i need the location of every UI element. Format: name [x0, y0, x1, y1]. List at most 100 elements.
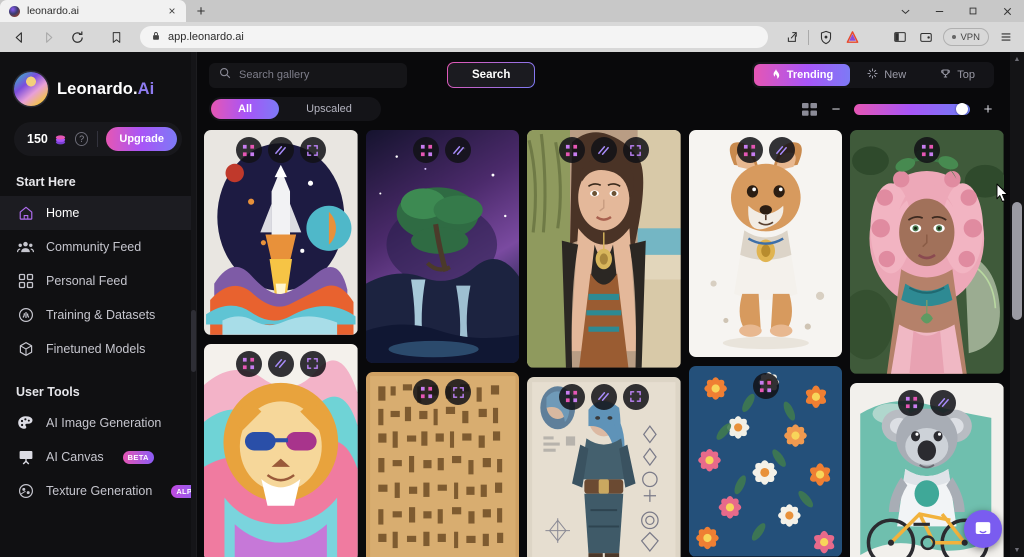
gallery-card[interactable]: [204, 343, 358, 557]
upgrade-button[interactable]: Upgrade: [106, 127, 177, 151]
remix-icon[interactable]: [558, 137, 585, 163]
sidebar-item-home[interactable]: Home: [0, 196, 196, 230]
sidebar-scrollbar-thumb[interactable]: [191, 310, 196, 372]
hamburger-menu-icon[interactable]: [994, 25, 1018, 49]
vpn-label: VPN: [960, 31, 980, 43]
remix-icon[interactable]: [558, 383, 585, 410]
brand[interactable]: Leonardo.Ai: [0, 52, 196, 106]
sidebar-item-personal-feed[interactable]: Personal Feed: [0, 264, 196, 298]
upscale-icon[interactable]: [768, 137, 795, 163]
tab-new[interactable]: New: [850, 64, 923, 86]
cube-icon: [17, 341, 34, 358]
remix-icon[interactable]: [736, 137, 763, 163]
window-close-icon[interactable]: [990, 0, 1024, 22]
card-actions: [850, 389, 1004, 416]
grid-layout-icon[interactable]: [800, 100, 818, 118]
remix-icon[interactable]: [413, 379, 440, 406]
tab-top[interactable]: Top: [923, 64, 992, 86]
sidebar-item-texture-generation[interactable]: Texture Generation ALPHA: [0, 474, 196, 508]
sidebar-item-ai-image-generation[interactable]: AI Image Generation: [0, 406, 196, 440]
upscale-icon[interactable]: [930, 389, 957, 416]
zoom-slider-knob[interactable]: [956, 103, 968, 115]
sidebar-item-label: Texture Generation: [46, 484, 153, 498]
expand-icon[interactable]: [622, 137, 649, 163]
new-tab-button[interactable]: +: [192, 4, 210, 19]
maximize-icon[interactable]: [956, 0, 990, 22]
gallery-card[interactable]: [204, 130, 358, 335]
gallery-card[interactable]: [527, 130, 681, 368]
sidebar-item-label: AI Image Generation: [46, 416, 162, 430]
sidebar-item-finetuned-models[interactable]: Finetuned Models: [0, 332, 196, 366]
upscale-icon[interactable]: [590, 383, 617, 410]
brand-name: Leonardo.Ai: [57, 80, 154, 99]
credits-pill: 150 ? Upgrade: [14, 122, 182, 156]
bookmark-icon[interactable]: [103, 25, 129, 49]
expand-icon[interactable]: [299, 350, 326, 377]
url-bar[interactable]: app.leonardo.ai: [140, 26, 769, 48]
remix-icon[interactable]: [752, 373, 779, 400]
forward-button[interactable]: [35, 25, 61, 49]
sidebar-scrollbar-track[interactable]: [191, 52, 196, 557]
chevron-down-icon[interactable]: [888, 0, 922, 22]
brave-logo-icon[interactable]: [840, 25, 864, 49]
remix-icon[interactable]: [235, 350, 262, 377]
mouse-cursor: [996, 183, 1008, 202]
scroll-up-arrow-icon[interactable]: ▲: [1010, 52, 1024, 66]
scroll-down-arrow-icon[interactable]: ▼: [1010, 543, 1024, 557]
expand-icon[interactable]: [299, 137, 326, 163]
browser-tab[interactable]: leonardo.ai ×: [0, 0, 186, 22]
reload-button[interactable]: [64, 25, 90, 49]
remix-icon[interactable]: [898, 389, 925, 416]
gallery-card[interactable]: [365, 130, 520, 364]
palette-icon: [17, 415, 34, 432]
gallery-card[interactable]: [365, 372, 520, 557]
tab-label: Top: [957, 69, 975, 81]
filter-tab-upscaled[interactable]: Upscaled: [279, 99, 379, 119]
remix-icon[interactable]: [914, 137, 941, 163]
browser-toolbar: app.leonardo.ai VPN: [0, 22, 1024, 52]
gallery-card[interactable]: [688, 366, 843, 557]
window-controls: [888, 0, 1024, 22]
page-scrollbar-thumb[interactable]: [1012, 202, 1022, 320]
search-button[interactable]: Search: [447, 62, 535, 88]
remix-icon[interactable]: [235, 137, 262, 163]
remix-icon[interactable]: [413, 137, 440, 163]
back-button[interactable]: [6, 25, 32, 49]
sidebar-item-ai-canvas[interactable]: AI Canvas BETA: [0, 440, 196, 474]
share-icon[interactable]: [779, 25, 803, 49]
page-scrollbar-track[interactable]: ▲ ▼: [1010, 52, 1024, 557]
sidebar-item-label: Home: [46, 206, 80, 220]
tab-label: New: [884, 69, 907, 81]
vpn-toggle[interactable]: VPN: [943, 28, 989, 46]
tab-trending[interactable]: Trending: [753, 64, 851, 86]
upscale-icon[interactable]: [590, 137, 617, 163]
brave-shields-icon[interactable]: [814, 25, 838, 49]
search-input[interactable]: Search gallery: [209, 62, 407, 88]
expand-icon[interactable]: [445, 379, 472, 406]
intercom-chat-button[interactable]: [964, 510, 1002, 548]
sort-tabs: Trending New Top: [751, 62, 994, 88]
gallery-card[interactable]: [527, 376, 681, 557]
side-panel-icon[interactable]: [888, 25, 912, 49]
help-icon[interactable]: ?: [74, 132, 89, 146]
brave-wallet-icon[interactable]: [914, 25, 938, 49]
gallery-card[interactable]: [850, 130, 1004, 374]
gallery-card[interactable]: [688, 130, 843, 358]
pill-divider: [97, 131, 99, 147]
portrait-woman-beach-necklace: [527, 130, 681, 368]
close-icon[interactable]: ×: [165, 5, 179, 17]
upscale-icon[interactable]: [445, 137, 472, 163]
expand-icon[interactable]: [622, 383, 649, 410]
filter-tab-all[interactable]: All: [211, 99, 280, 119]
sidebar-item-training-datasets[interactable]: Training & Datasets: [0, 298, 196, 332]
zoom-in-button[interactable]: +: [982, 102, 994, 117]
texture-icon: [17, 483, 34, 500]
upscale-icon[interactable]: [267, 137, 294, 163]
upscale-icon[interactable]: [267, 350, 294, 377]
sidebar-item-label: AI Canvas: [46, 450, 104, 464]
sidebar-item-community-feed[interactable]: Community Feed: [0, 230, 196, 264]
card-actions: [527, 383, 681, 410]
zoom-slider[interactable]: [854, 103, 970, 115]
zoom-out-button[interactable]: −: [830, 102, 842, 117]
minimize-icon[interactable]: [922, 0, 956, 22]
